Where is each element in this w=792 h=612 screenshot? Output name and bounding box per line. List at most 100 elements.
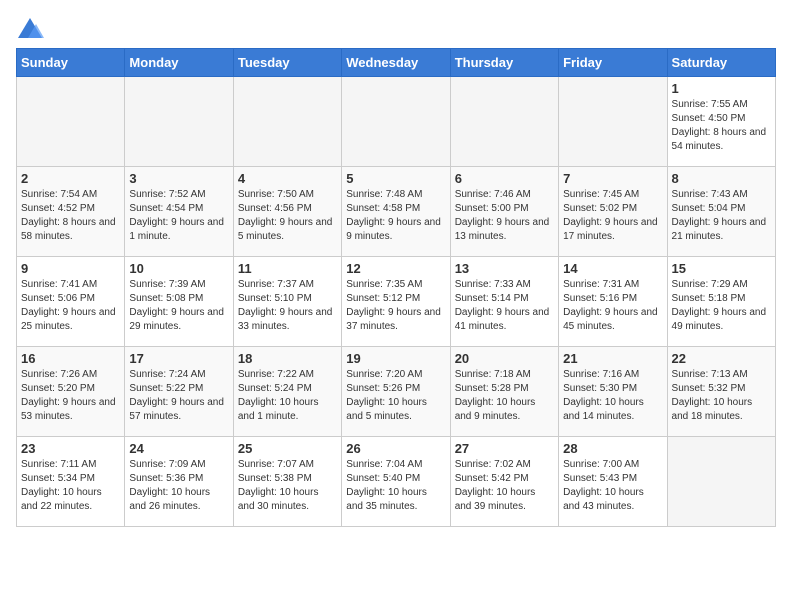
day-info: Sunrise: 7:48 AM Sunset: 4:58 PM Dayligh… xyxy=(346,188,445,244)
calendar-day-cell: 22 Sunrise: 7:13 AM Sunset: 5:32 PM Dayli… xyxy=(667,347,775,437)
header-tuesday: Tuesday xyxy=(233,49,341,77)
calendar-day-cell: 11 Sunrise: 7:37 AM Sunset: 5:10 PM Dayli… xyxy=(233,257,341,347)
calendar-table: SundayMondayTuesdayWednesdayThursdayFrid… xyxy=(16,48,776,527)
day-number: 24 xyxy=(129,441,228,456)
day-info: Sunrise: 7:24 AM Sunset: 5:22 PM Dayligh… xyxy=(129,368,228,424)
header-friday: Friday xyxy=(559,49,667,77)
calendar-week-row: 9Sunrise: 7:41 AM Sunset: 5:06 PM Daylig… xyxy=(17,257,776,347)
day-info: Sunrise: 7:35 AM Sunset: 5:12 PM Dayligh… xyxy=(346,278,445,334)
page-header xyxy=(16,16,776,44)
day-number: 5 xyxy=(346,171,445,186)
calendar-day-cell: 18 Sunrise: 7:22 AM Sunset: 5:24 PM Dayli… xyxy=(233,347,341,437)
calendar-day-cell: 24 Sunrise: 7:09 AM Sunset: 5:36 PM Dayli… xyxy=(125,437,233,527)
day-info: Sunrise: 7:22 AM Sunset: 5:24 PM Dayligh… xyxy=(238,368,337,424)
day-info: Sunrise: 7:26 AM Sunset: 5:20 PM Dayligh… xyxy=(21,368,120,424)
day-number: 17 xyxy=(129,351,228,366)
calendar-day-cell: 8 Sunrise: 7:43 AM Sunset: 5:04 PM Daylig… xyxy=(667,167,775,257)
day-number: 4 xyxy=(238,171,337,186)
calendar-day-cell xyxy=(17,77,125,167)
day-number: 13 xyxy=(455,261,554,276)
day-info: Sunrise: 7:54 AM Sunset: 4:52 PM Dayligh… xyxy=(21,188,120,244)
logo-icon xyxy=(16,16,44,44)
day-number: 27 xyxy=(455,441,554,456)
calendar-day-cell: 5 Sunrise: 7:48 AM Sunset: 4:58 PM Daylig… xyxy=(342,167,450,257)
day-number: 22 xyxy=(672,351,771,366)
header-thursday: Thursday xyxy=(450,49,558,77)
calendar-day-cell xyxy=(342,77,450,167)
calendar-day-cell: 3Sunrise: 7:52 AM Sunset: 4:54 PM Daylig… xyxy=(125,167,233,257)
calendar-day-cell: 25 Sunrise: 7:07 AM Sunset: 5:38 PM Dayli… xyxy=(233,437,341,527)
day-info: Sunrise: 7:20 AM Sunset: 5:26 PM Dayligh… xyxy=(346,368,445,424)
day-number: 20 xyxy=(455,351,554,366)
day-number: 11 xyxy=(238,261,337,276)
day-number: 12 xyxy=(346,261,445,276)
day-info: Sunrise: 7:31 AM Sunset: 5:16 PM Dayligh… xyxy=(563,278,662,334)
day-number: 16 xyxy=(21,351,120,366)
day-number: 6 xyxy=(455,171,554,186)
calendar-day-cell: 13 Sunrise: 7:33 AM Sunset: 5:14 PM Dayli… xyxy=(450,257,558,347)
calendar-day-cell xyxy=(450,77,558,167)
calendar-day-cell xyxy=(233,77,341,167)
calendar-day-cell: 4 Sunrise: 7:50 AM Sunset: 4:56 PM Daylig… xyxy=(233,167,341,257)
day-info: Sunrise: 7:16 AM Sunset: 5:30 PM Dayligh… xyxy=(563,368,662,424)
calendar-day-cell: 1Sunrise: 7:55 AM Sunset: 4:50 PM Daylig… xyxy=(667,77,775,167)
day-number: 7 xyxy=(563,171,662,186)
calendar-week-row: 2 Sunrise: 7:54 AM Sunset: 4:52 PM Daylig… xyxy=(17,167,776,257)
calendar-day-cell: 28 Sunrise: 7:00 AM Sunset: 5:43 PM Dayli… xyxy=(559,437,667,527)
header-sunday: Sunday xyxy=(17,49,125,77)
day-number: 21 xyxy=(563,351,662,366)
day-info: Sunrise: 7:29 AM Sunset: 5:18 PM Dayligh… xyxy=(672,278,771,334)
calendar-day-cell: 9Sunrise: 7:41 AM Sunset: 5:06 PM Daylig… xyxy=(17,257,125,347)
day-number: 3 xyxy=(129,171,228,186)
calendar-day-cell: 2 Sunrise: 7:54 AM Sunset: 4:52 PM Daylig… xyxy=(17,167,125,257)
day-info: Sunrise: 7:00 AM Sunset: 5:43 PM Dayligh… xyxy=(563,458,662,514)
day-number: 2 xyxy=(21,171,120,186)
day-number: 9 xyxy=(21,261,120,276)
logo xyxy=(16,16,48,44)
header-monday: Monday xyxy=(125,49,233,77)
day-info: Sunrise: 7:39 AM Sunset: 5:08 PM Dayligh… xyxy=(129,278,228,334)
day-info: Sunrise: 7:13 AM Sunset: 5:32 PM Dayligh… xyxy=(672,368,771,424)
day-info: Sunrise: 7:04 AM Sunset: 5:40 PM Dayligh… xyxy=(346,458,445,514)
day-info: Sunrise: 7:18 AM Sunset: 5:28 PM Dayligh… xyxy=(455,368,554,424)
day-info: Sunrise: 7:11 AM Sunset: 5:34 PM Dayligh… xyxy=(21,458,120,514)
day-info: Sunrise: 7:33 AM Sunset: 5:14 PM Dayligh… xyxy=(455,278,554,334)
day-number: 8 xyxy=(672,171,771,186)
calendar-day-cell xyxy=(559,77,667,167)
calendar-week-row: 23 Sunrise: 7:11 AM Sunset: 5:34 PM Dayli… xyxy=(17,437,776,527)
day-info: Sunrise: 7:09 AM Sunset: 5:36 PM Dayligh… xyxy=(129,458,228,514)
calendar-day-cell: 21 Sunrise: 7:16 AM Sunset: 5:30 PM Dayli… xyxy=(559,347,667,437)
calendar-day-cell: 12 Sunrise: 7:35 AM Sunset: 5:12 PM Dayli… xyxy=(342,257,450,347)
day-number: 18 xyxy=(238,351,337,366)
calendar-day-cell: 17 Sunrise: 7:24 AM Sunset: 5:22 PM Dayli… xyxy=(125,347,233,437)
day-number: 28 xyxy=(563,441,662,456)
calendar-day-cell: 26 Sunrise: 7:04 AM Sunset: 5:40 PM Dayli… xyxy=(342,437,450,527)
calendar-header-row: SundayMondayTuesdayWednesdayThursdayFrid… xyxy=(17,49,776,77)
day-number: 14 xyxy=(563,261,662,276)
calendar-day-cell: 15Sunrise: 7:29 AM Sunset: 5:18 PM Dayli… xyxy=(667,257,775,347)
day-info: Sunrise: 7:50 AM Sunset: 4:56 PM Dayligh… xyxy=(238,188,337,244)
day-number: 10 xyxy=(129,261,228,276)
calendar-day-cell: 10 Sunrise: 7:39 AM Sunset: 5:08 PM Dayli… xyxy=(125,257,233,347)
calendar-day-cell xyxy=(667,437,775,527)
header-saturday: Saturday xyxy=(667,49,775,77)
day-info: Sunrise: 7:37 AM Sunset: 5:10 PM Dayligh… xyxy=(238,278,337,334)
day-number: 25 xyxy=(238,441,337,456)
day-info: Sunrise: 7:02 AM Sunset: 5:42 PM Dayligh… xyxy=(455,458,554,514)
calendar-day-cell xyxy=(125,77,233,167)
day-info: Sunrise: 7:46 AM Sunset: 5:00 PM Dayligh… xyxy=(455,188,554,244)
day-number: 19 xyxy=(346,351,445,366)
calendar-day-cell: 27 Sunrise: 7:02 AM Sunset: 5:42 PM Dayli… xyxy=(450,437,558,527)
day-number: 23 xyxy=(21,441,120,456)
calendar-day-cell: 6 Sunrise: 7:46 AM Sunset: 5:00 PM Daylig… xyxy=(450,167,558,257)
day-number: 1 xyxy=(672,81,771,96)
day-number: 26 xyxy=(346,441,445,456)
day-info: Sunrise: 7:45 AM Sunset: 5:02 PM Dayligh… xyxy=(563,188,662,244)
calendar-day-cell: 19 Sunrise: 7:20 AM Sunset: 5:26 PM Dayli… xyxy=(342,347,450,437)
calendar-day-cell: 20 Sunrise: 7:18 AM Sunset: 5:28 PM Dayli… xyxy=(450,347,558,437)
day-info: Sunrise: 7:43 AM Sunset: 5:04 PM Dayligh… xyxy=(672,188,771,244)
day-info: Sunrise: 7:07 AM Sunset: 5:38 PM Dayligh… xyxy=(238,458,337,514)
calendar-day-cell: 23 Sunrise: 7:11 AM Sunset: 5:34 PM Dayli… xyxy=(17,437,125,527)
header-wednesday: Wednesday xyxy=(342,49,450,77)
calendar-week-row: 1Sunrise: 7:55 AM Sunset: 4:50 PM Daylig… xyxy=(17,77,776,167)
